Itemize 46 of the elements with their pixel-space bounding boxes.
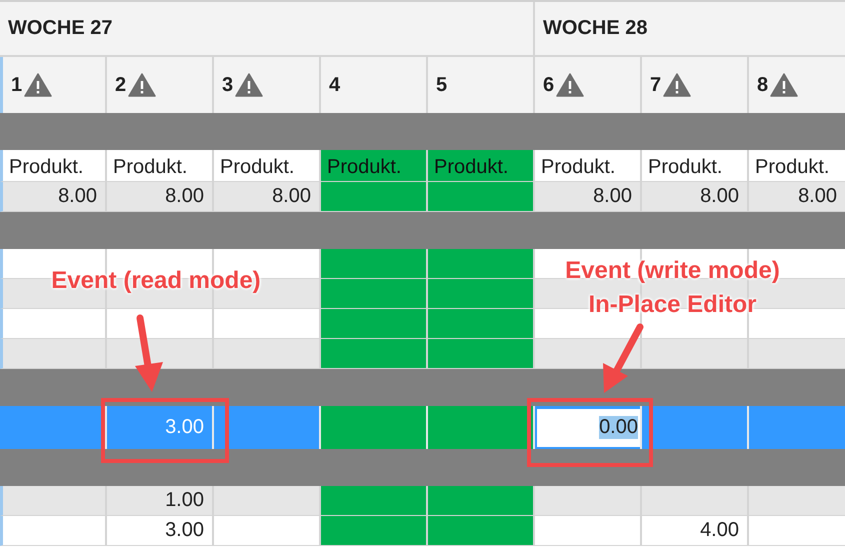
table-cell: 8.00 (747, 182, 845, 212)
week-header: WOCHE 27 (0, 2, 533, 57)
day-header[interactable]: 5 (426, 57, 533, 113)
warning-icon (556, 73, 584, 97)
table-cell: 1.00 (105, 486, 212, 516)
warning-icon (770, 73, 798, 97)
callout-arrow (603, 324, 644, 393)
day-header[interactable]: 8 (747, 57, 845, 113)
day-header[interactable]: 7 (640, 57, 747, 113)
table-cell: 8.00 (0, 182, 105, 212)
table-cell: Produkt. (212, 150, 319, 182)
day-number: 1 (11, 74, 22, 96)
annotation-label: Event (read mode) (50, 266, 262, 296)
table-cell: Produkt. (747, 150, 845, 182)
table-cell: Produkt. (0, 150, 105, 182)
in-place-editor[interactable]: 0.00 (535, 408, 640, 446)
warning-icon (663, 73, 692, 97)
table-cell: 4.00 (640, 516, 747, 546)
day-number: 2 (115, 74, 126, 96)
table-cell: 3.00 (105, 406, 212, 449)
warning-icon (24, 73, 52, 97)
table-cell: 8.00 (533, 182, 640, 212)
table-cell: 8.00 (640, 182, 747, 212)
week-header: WOCHE 28 (533, 2, 845, 57)
day-header[interactable]: 3 (212, 57, 319, 113)
table-cell: 3.00 (105, 516, 212, 546)
day-number: 6 (543, 74, 554, 96)
table-cell: Produkt. (105, 150, 212, 182)
table-cell: Produkt. (533, 150, 640, 182)
day-number: 5 (436, 74, 448, 96)
annotation-label: Event (write mode) In-Place Editor (564, 256, 781, 320)
warning-icon (235, 73, 264, 97)
table-cell: Produkt. (640, 150, 747, 182)
day-header[interactable]: 2 (105, 57, 212, 113)
day-header[interactable]: 6 (533, 57, 640, 113)
day-header[interactable]: 4 (319, 57, 426, 113)
table-cell: Produkt. (426, 150, 533, 182)
table-cell: 8.00 (212, 182, 319, 212)
warning-icon (128, 73, 156, 97)
table-cell: 8.00 (105, 182, 212, 212)
day-header[interactable]: 1 (0, 57, 105, 113)
table-cell: Produkt. (319, 150, 426, 182)
day-number: 3 (222, 74, 234, 96)
day-number: 7 (650, 74, 662, 96)
day-number: 8 (757, 74, 768, 96)
day-number: 4 (329, 74, 340, 96)
